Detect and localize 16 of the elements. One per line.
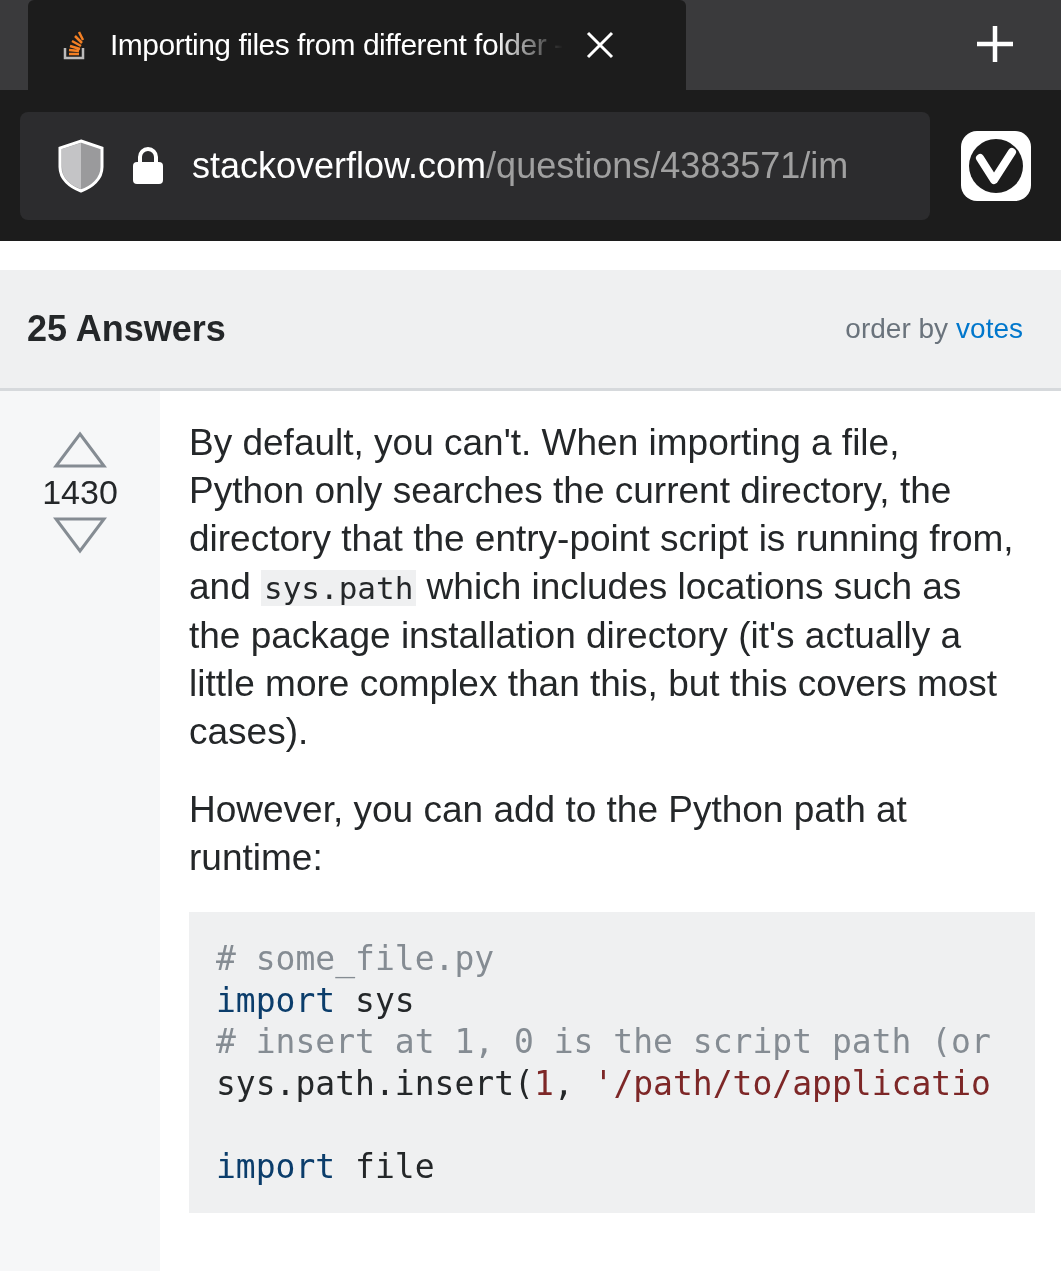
answers-count: 25 Answers — [27, 308, 226, 350]
order-by-label: order by votes — [845, 313, 1023, 345]
url-text: stackoverflow.com/questions/4383571/im — [192, 144, 849, 187]
downvote-icon[interactable] — [53, 516, 107, 554]
new-tab-button[interactable] — [975, 24, 1015, 64]
answer-paragraph: However, you can add to the Python path at runtime: — [189, 788, 908, 880]
vote-count: 1430 — [42, 473, 118, 512]
browser-logo-icon[interactable] — [960, 129, 1032, 202]
answer-paragraph: By default, you can't. When importing a file, Python only searches the current directory, the directory that the entry-point script is running from, and sys.path which includes locations such as the package installation directory (it's actually a little more complex than this, but this covers most cases). — [189, 421, 1015, 754]
address-field[interactable]: stackoverflow.com/questions/4383571/im — [20, 111, 930, 220]
shield-icon[interactable] — [58, 138, 104, 193]
upvote-icon[interactable] — [53, 431, 107, 469]
lock-icon — [132, 146, 164, 185]
votes-link[interactable]: votes — [956, 313, 1023, 344]
close-icon[interactable] — [585, 30, 616, 60]
code-block: # some_file.py import sys # insert at 1, 0 is the script path (or sys.path.insert(1, '/path/to/applicatio import file — [189, 912, 1035, 1213]
